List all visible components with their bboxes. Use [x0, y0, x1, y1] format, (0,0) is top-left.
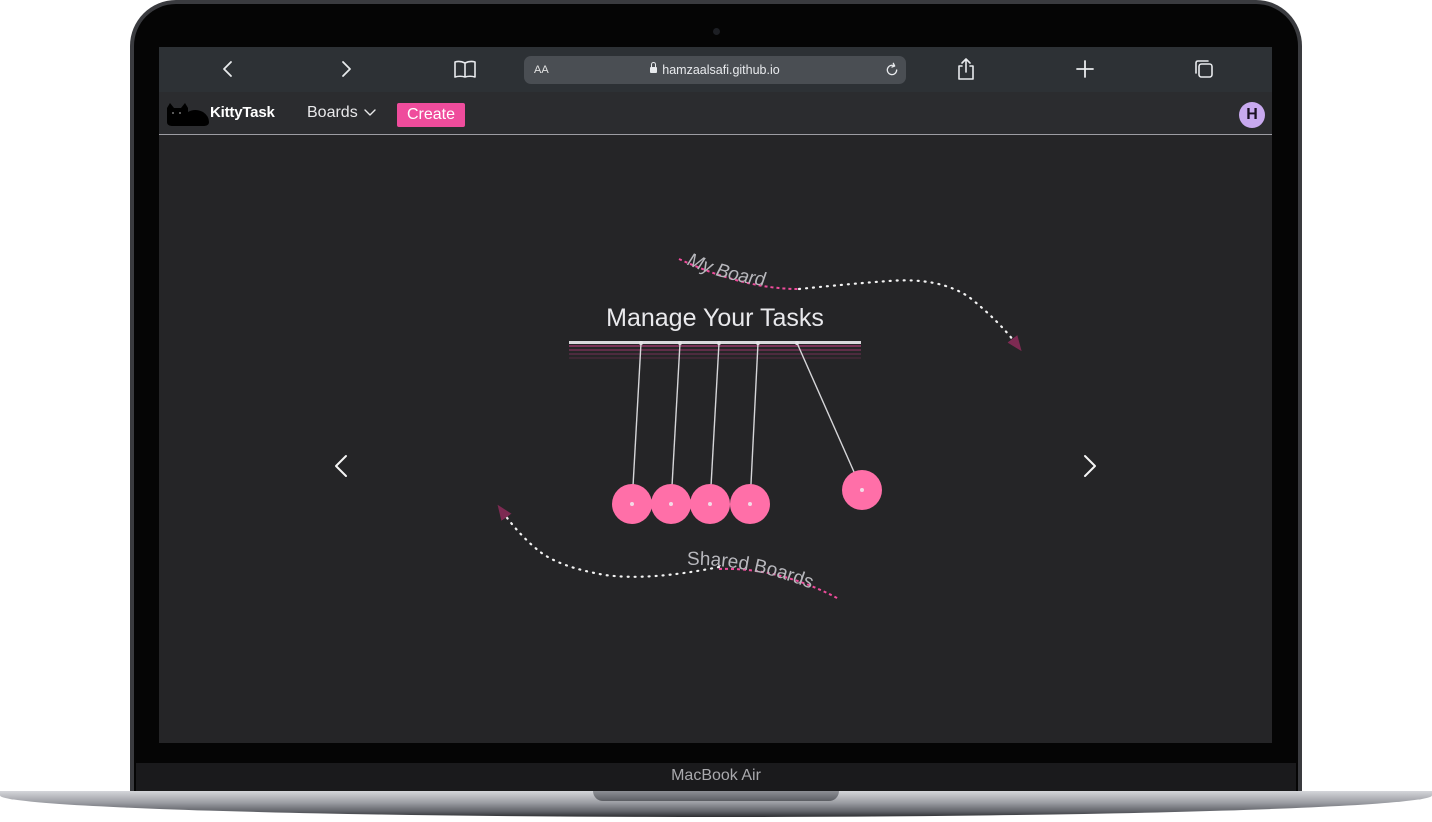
carousel: My Board Shared Boards Manage Your Tasks	[159, 135, 1272, 743]
address-bar[interactable]: AA hamzaalsafi.github.io	[524, 56, 906, 84]
cat-logo-icon[interactable]	[165, 102, 211, 128]
lock-icon	[650, 62, 658, 73]
share-icon[interactable]	[954, 57, 978, 81]
brand-name[interactable]: KittyTask	[210, 104, 275, 121]
shared-boards-link[interactable]: Shared Boards	[687, 549, 816, 593]
hero-illustration: My Board Shared Boards Manage Your Tasks	[335, 250, 1096, 600]
hero-title: Manage Your Tasks	[606, 304, 824, 332]
my-board-arrow	[797, 279, 1022, 352]
camera-icon	[713, 28, 720, 35]
my-board-link[interactable]: My Board	[684, 250, 768, 291]
boards-label: Boards	[307, 104, 358, 121]
carousel-next-icon[interactable]	[1084, 455, 1096, 477]
reload-icon[interactable]	[884, 62, 900, 78]
newtons-cradle	[612, 341, 882, 524]
chevron-down-icon	[364, 109, 376, 116]
laptop-notch	[593, 791, 839, 801]
boards-dropdown[interactable]: Boards	[307, 104, 376, 122]
new-tab-icon[interactable]	[1073, 57, 1097, 81]
avatar[interactable]: H	[1239, 102, 1265, 128]
carousel-prev-icon[interactable]	[335, 455, 347, 477]
cradle-bar	[569, 341, 861, 344]
screen: AA hamzaalsafi.github.io KittyTask Board…	[159, 47, 1272, 743]
forward-icon[interactable]	[334, 57, 358, 81]
tabs-icon[interactable]	[1192, 57, 1216, 81]
browser-toolbar: AA hamzaalsafi.github.io	[159, 47, 1272, 92]
url-host: hamzaalsafi.github.io	[662, 63, 780, 77]
back-icon[interactable]	[216, 57, 240, 81]
shared-boards-arrow	[497, 504, 721, 578]
create-button[interactable]: Create	[397, 103, 466, 127]
app-navbar: KittyTask Boards Create H	[159, 92, 1272, 135]
bookmarks-icon[interactable]	[453, 57, 477, 81]
device-model-label: MacBook Air	[671, 767, 761, 784]
